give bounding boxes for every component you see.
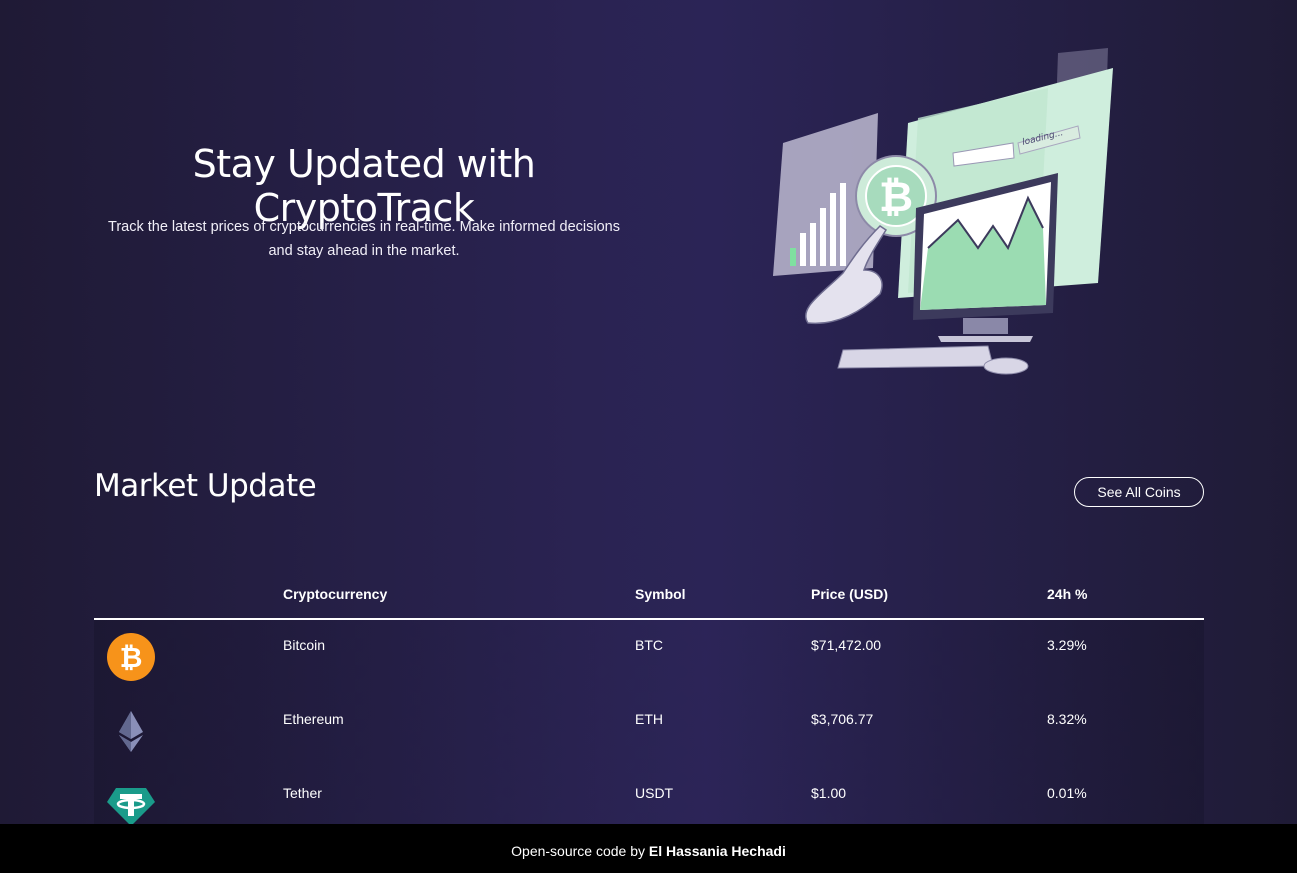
footer-author-link[interactable]: El Hassania Hechadi: [649, 843, 786, 859]
coin-change: 3.29%: [1047, 637, 1087, 653]
column-header-change: 24h %: [1047, 586, 1088, 602]
footer-credit-text: Open-source code by: [511, 843, 649, 859]
hero-subtitle: Track the latest prices of cryptocurrenc…: [108, 219, 620, 259]
bitcoin-icon: ₿: [106, 632, 156, 682]
coin-name: Bitcoin: [283, 637, 326, 653]
column-header-price: Price (USD): [811, 586, 889, 602]
coin-name: Ethereum: [283, 711, 344, 727]
svg-text:₿: ₿: [120, 641, 143, 674]
coin-change: 0.01%: [1047, 785, 1087, 801]
tether-icon: [106, 780, 156, 830]
table-header: Cryptocurrency Symbol Price (USD) 24h %: [94, 572, 1204, 620]
see-all-coins-button[interactable]: See All Coins: [1074, 477, 1204, 507]
table-row[interactable]: Ethereum ETH $3,706.77 8.32%: [94, 694, 1204, 768]
coin-change: 8.32%: [1047, 711, 1087, 727]
coin-price: $1.00: [811, 785, 847, 801]
coin-price: $3,706.77: [811, 711, 874, 727]
coin-name: Tether: [283, 785, 322, 801]
ethereum-icon: [106, 706, 156, 756]
column-header-symbol: Symbol: [635, 586, 686, 602]
coin-symbol: BTC: [635, 637, 663, 653]
footer: Open-source code by El Hassania Hechadi: [0, 824, 1297, 873]
coin-symbol: USDT: [635, 785, 674, 801]
table-row[interactable]: ₿ Bitcoin BTC $71,472.00 3.29%: [94, 620, 1204, 694]
coin-symbol: ETH: [635, 711, 663, 727]
coin-price: $71,472.00: [811, 637, 882, 653]
crypto-illustration: loading... ₿: [768, 48, 1118, 378]
svg-text:₿: ₿: [879, 172, 913, 221]
coin-table: Cryptocurrency Symbol Price (USD) 24h % …: [94, 572, 1204, 842]
column-header-cryptocurrency: Cryptocurrency: [283, 586, 388, 602]
market-title: Market Update: [94, 468, 317, 504]
